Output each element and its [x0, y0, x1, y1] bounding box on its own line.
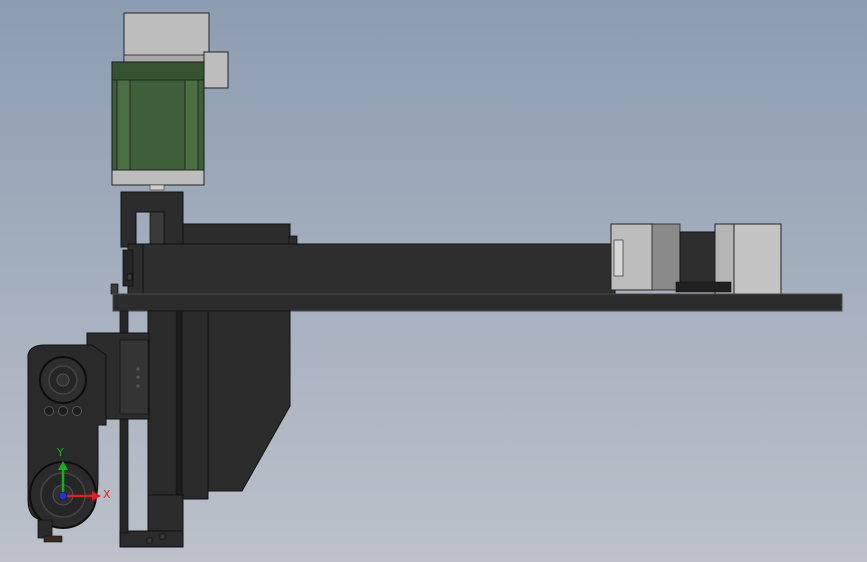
y-axis-label: Y — [56, 446, 64, 459]
column-support-wedge — [205, 310, 291, 492]
column-foot-bolt — [146, 537, 153, 544]
motor-bracket[interactable] — [120, 191, 184, 248]
horizontal-motor[interactable] — [610, 223, 782, 297]
carriage-top — [182, 223, 291, 247]
motor-end-cap — [123, 12, 210, 62]
triad-origin — [58, 491, 68, 501]
mount-screw — [136, 367, 140, 371]
gripper-mount-inset — [119, 339, 149, 415]
base-plate[interactable] — [112, 293, 843, 312]
hmotor-body — [679, 231, 716, 291]
gripper-jaw — [37, 519, 53, 539]
bracket-coupling — [149, 211, 165, 248]
motor-shaft — [149, 184, 165, 191]
base-plate-body — [112, 293, 843, 312]
linear-module[interactable] — [110, 223, 616, 297]
hmotor-front-cap — [733, 223, 782, 295]
gripper-screw — [72, 406, 82, 416]
motor-top-flange — [111, 61, 205, 81]
x-axis-label: X — [103, 488, 111, 501]
mount-screw — [136, 375, 140, 379]
rail-beam — [127, 243, 616, 297]
mount-screw — [136, 384, 140, 388]
rail-side-block — [122, 249, 134, 287]
column-foot-bolt — [159, 533, 166, 540]
rotary-gripper[interactable] — [27, 332, 150, 543]
hmotor-shaft-base — [675, 281, 732, 293]
gripper-screw — [58, 406, 68, 416]
cad-model-scene[interactable]: X Y — [0, 0, 867, 562]
rail-bolt — [126, 273, 133, 281]
hmotor-band — [651, 223, 681, 291]
hmotor-window — [613, 239, 624, 277]
upper-pulley-hub — [56, 373, 70, 387]
gripper-screw — [44, 406, 54, 416]
gripper-jaw-tip — [43, 535, 63, 543]
motor-connector-box — [203, 51, 229, 89]
motor-mount-flange — [111, 169, 205, 186]
column-lower — [147, 494, 184, 536]
vertical-motor[interactable] — [111, 12, 229, 191]
rail-bolt — [110, 283, 119, 295]
cad-viewport[interactable]: X Y — [0, 0, 867, 562]
